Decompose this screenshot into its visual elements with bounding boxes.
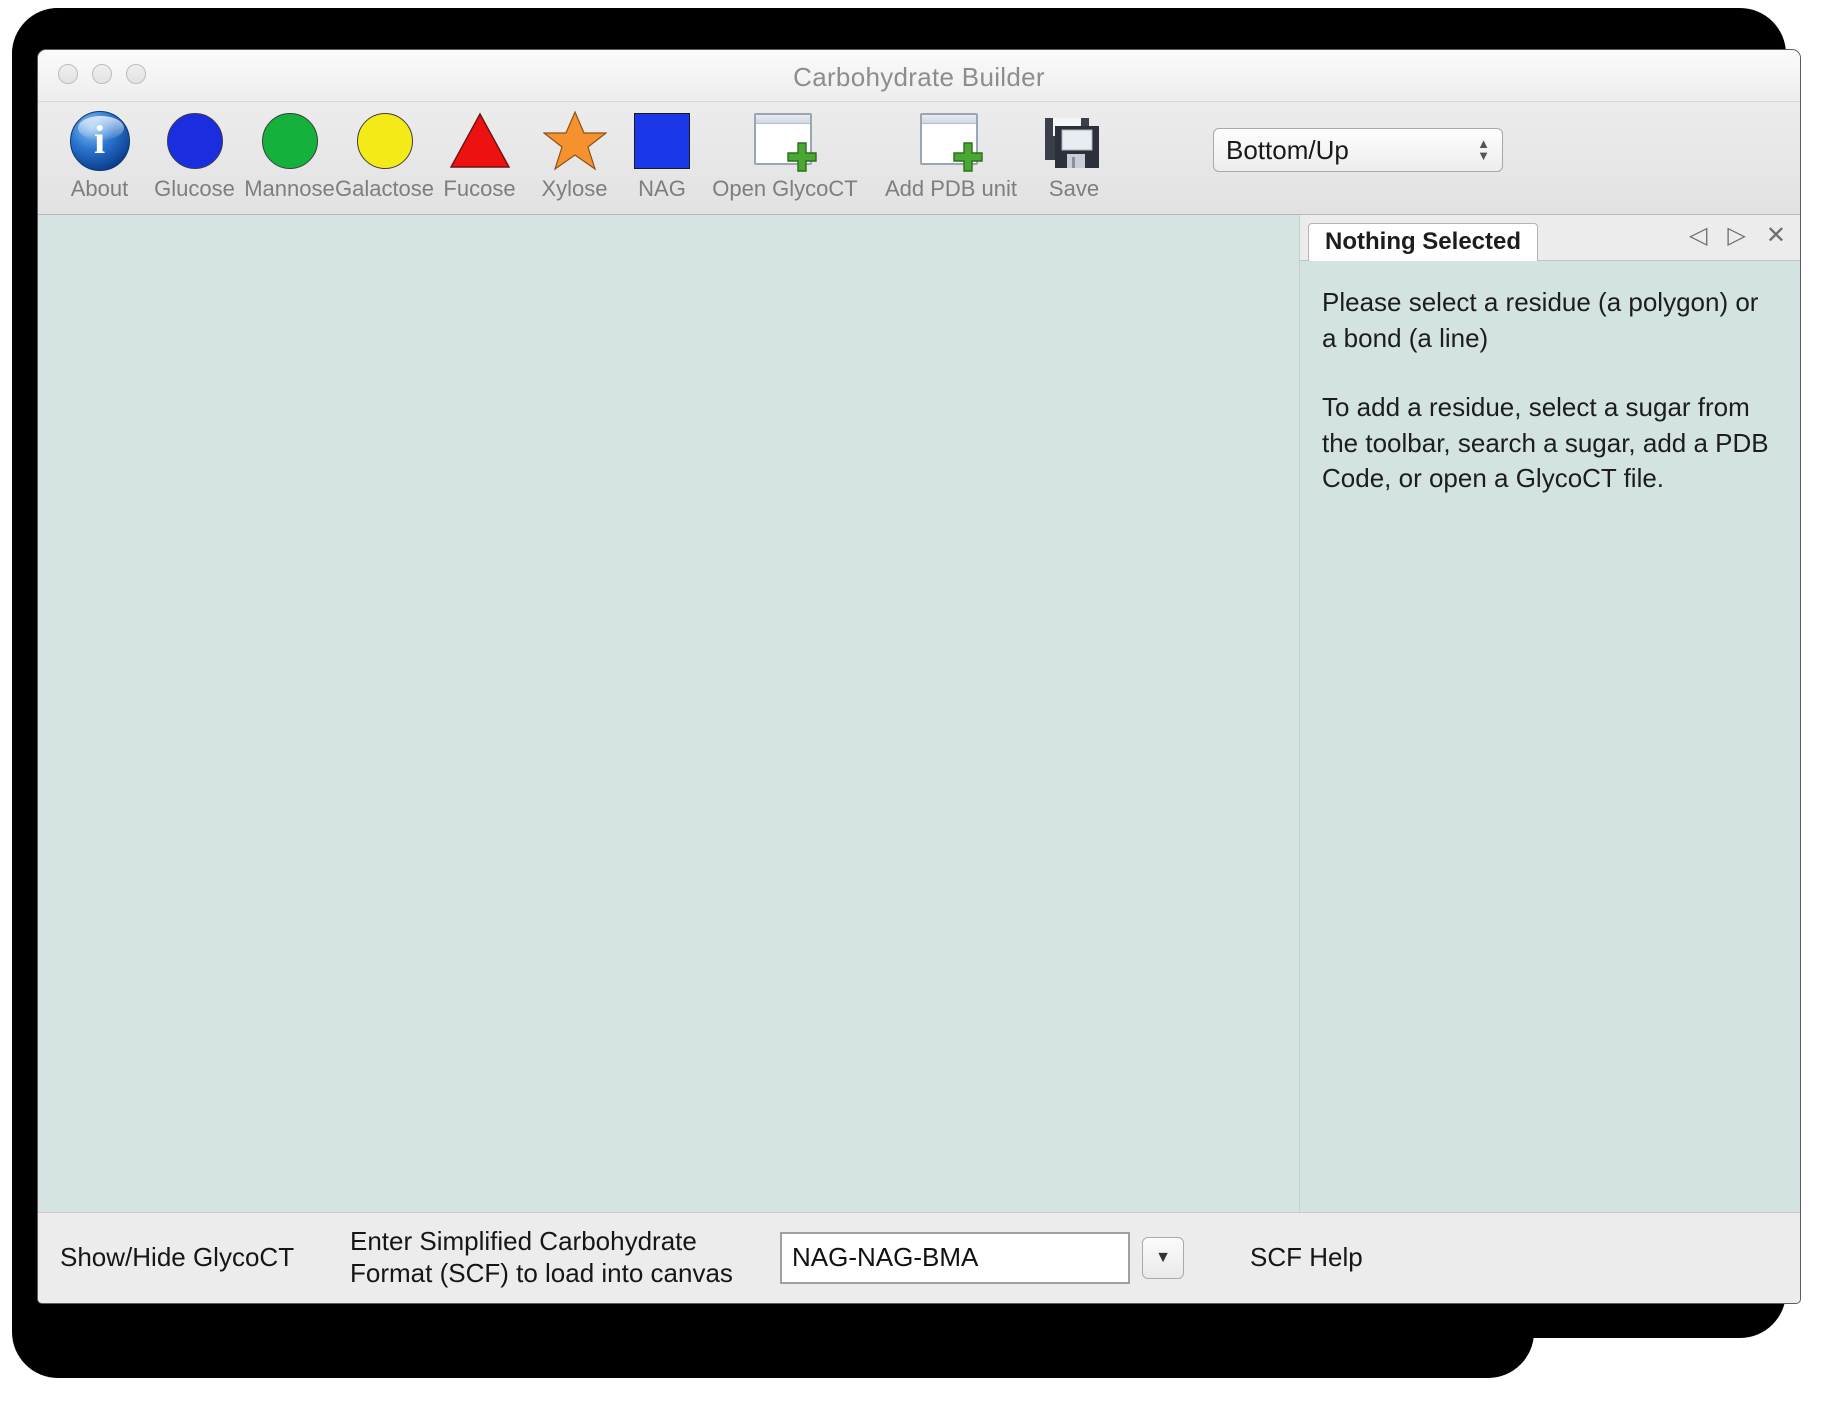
blue-circle-icon [167, 108, 223, 174]
side-panel-body: Please select a residue (a polygon) or a… [1300, 261, 1800, 1212]
toolbar-button-mannose[interactable]: Mannose [242, 108, 337, 202]
view-orientation-value: Bottom/Up [1226, 135, 1477, 166]
toolbar-label-open-glycoct: Open GlycoCT [712, 176, 858, 202]
scf-instruction-line1: Enter Simplified Carbohydrate [350, 1226, 780, 1258]
scf-input[interactable] [780, 1232, 1130, 1284]
scf-instruction-label: Enter Simplified Carbohydrate Format (SC… [350, 1226, 780, 1289]
window-titlebar: Carbohydrate Builder [38, 50, 1800, 102]
orange-star-icon [543, 108, 607, 174]
window-title: Carbohydrate Builder [38, 62, 1800, 93]
main-toolbar: About Glucose Mannose Galactose [38, 102, 1800, 215]
green-circle-icon [262, 108, 318, 174]
toolbar-label-fucose: Fucose [443, 176, 515, 202]
toolbar-button-open-glycoct[interactable]: Open GlycoCT [702, 108, 868, 202]
selection-side-panel: Nothing Selected ◁ ▷ ✕ Please select a r… [1300, 215, 1800, 1212]
toolbar-label-galactose: Galactose [335, 176, 434, 202]
toolbar-button-xylose[interactable]: Xylose [527, 108, 622, 202]
blue-square-icon [634, 108, 690, 174]
side-panel-header: Nothing Selected ◁ ▷ ✕ [1300, 215, 1800, 261]
toolbar-label-about: About [71, 176, 129, 202]
add-document-icon [920, 108, 982, 174]
panel-hint-add: To add a residue, select a sugar from th… [1322, 390, 1778, 497]
toolbar-button-glucose[interactable]: Glucose [147, 108, 242, 202]
red-triangle-icon [449, 108, 511, 174]
bottom-toolbar: Show/Hide GlycoCT Enter Simplified Carbo… [38, 1212, 1800, 1302]
toolbar-label-glucose: Glucose [154, 176, 235, 202]
toolbar-label-nag: NAG [638, 176, 686, 202]
workspace: Nothing Selected ◁ ▷ ✕ Please select a r… [38, 215, 1800, 1212]
toolbar-button-fucose[interactable]: Fucose [432, 108, 527, 202]
stepper-arrows-icon[interactable]: ▲▼ [1477, 138, 1490, 163]
show-hide-glycoct-button[interactable]: Show/Hide GlycoCT [60, 1242, 350, 1273]
toolbar-label-mannose: Mannose [244, 176, 335, 202]
side-panel-nav: ◁ ▷ ✕ [1689, 224, 1786, 248]
toolbar-button-add-pdb-unit[interactable]: Add PDB unit [868, 108, 1034, 202]
toolbar-label-xylose: Xylose [541, 176, 607, 202]
toolbar-button-about[interactable]: About [52, 108, 147, 202]
toolbar-label-add-pdb-unit: Add PDB unit [885, 176, 1017, 202]
app-window: Carbohydrate Builder About Glucose Manno… [38, 50, 1800, 1303]
scf-help-link[interactable]: SCF Help [1250, 1242, 1363, 1273]
view-orientation-select[interactable]: Bottom/Up ▲▼ [1213, 128, 1503, 172]
chevron-down-icon: ▼ [1155, 1249, 1171, 1267]
toolbar-button-galactose[interactable]: Galactose [337, 108, 432, 202]
molecule-canvas[interactable] [38, 215, 1300, 1212]
info-icon [70, 108, 130, 174]
floppy-disk-icon [1043, 108, 1105, 174]
scf-history-dropdown-button[interactable]: ▼ [1142, 1237, 1184, 1279]
yellow-circle-icon [357, 108, 413, 174]
next-arrow-icon[interactable]: ▷ [1727, 224, 1745, 248]
toolbar-button-save[interactable]: Save [1034, 108, 1114, 202]
close-panel-icon[interactable]: ✕ [1766, 224, 1786, 248]
panel-hint-select: Please select a residue (a polygon) or a… [1322, 285, 1778, 356]
toolbar-label-save: Save [1049, 176, 1099, 202]
prev-arrow-icon[interactable]: ◁ [1689, 224, 1707, 248]
toolbar-button-nag[interactable]: NAG [622, 108, 702, 202]
open-document-icon [754, 108, 816, 174]
scf-instruction-line2: Format (SCF) to load into canvas [350, 1258, 780, 1290]
tab-nothing-selected[interactable]: Nothing Selected [1308, 223, 1538, 261]
